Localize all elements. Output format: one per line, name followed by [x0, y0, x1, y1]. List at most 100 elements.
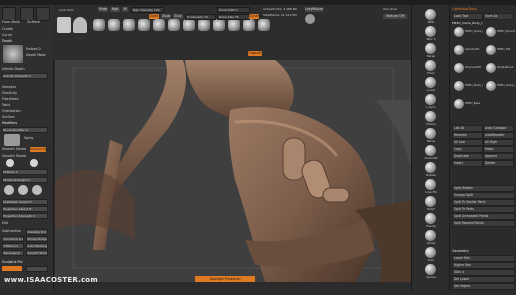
tool-thumb-label[interactable]: Cylinder3D: [465, 48, 483, 52]
dynamic-button[interactable]: Dynamic: [249, 14, 264, 19]
subtool-paste-button[interactable]: Paste: [483, 146, 514, 153]
orientation[interactable]: Orientation: [2, 109, 21, 113]
spray-label[interactable]: Spray: [24, 136, 34, 140]
section-create[interactable]: Create: [2, 27, 13, 31]
shelf-floor-icon[interactable]: [425, 60, 436, 71]
subtool-all-low-button[interactable]: All Low: [452, 139, 483, 146]
projection-strength[interactable]: Projection Strength 0: [2, 213, 48, 219]
tool-thumb-label[interactable]: Polymesh3D: [465, 66, 483, 70]
sculptris-pro-label[interactable]: Sculptris Pro: [2, 260, 23, 264]
tool-thumb-icon[interactable]: [486, 81, 496, 91]
multimesh-select[interactable]: MultiMesh Select Fr: [2, 199, 48, 205]
zadd-button[interactable]: Zadd: [149, 14, 159, 19]
home-icon[interactable]: [2, 7, 16, 21]
subtool-duplicate-button[interactable]: Duplicate: [452, 153, 483, 160]
section-curve[interactable]: Curve: [2, 33, 12, 37]
lightbox-icon[interactable]: [20, 7, 34, 21]
polypaint-icon[interactable]: [305, 14, 315, 24]
draw-size-slider[interactable]: Draw Size 35: [217, 14, 250, 20]
geometry-header[interactable]: Geometry: [452, 249, 512, 253]
brush-claybuildup-icon[interactable]: [123, 19, 135, 31]
split-item[interactable]: Split Unmasked Points: [452, 213, 515, 220]
split-item[interactable]: Split Masked Points: [452, 220, 515, 227]
split-item[interactable]: Split To Similar Parts: [452, 199, 515, 206]
subtool-autoreorder-button[interactable]: AutoReorder: [483, 132, 514, 139]
m-button[interactable]: M: [122, 7, 128, 12]
shelf-transp-icon[interactable]: [425, 213, 436, 224]
geometry-item[interactable]: Lower Res: [452, 255, 515, 262]
subtractive-label[interactable]: Subtractive: [2, 229, 21, 233]
tool-thumb-icon[interactable]: [454, 81, 464, 91]
smooth-stroke-label[interactable]: Smooth Stroke: [2, 147, 26, 151]
tool-thumb-icon[interactable]: [486, 27, 496, 37]
brush-trimdynamic-icon[interactable]: [213, 19, 225, 31]
stroke-strength-slider[interactable]: Stroke Strength 0: [2, 177, 48, 183]
zsub-button[interactable]: Zsub: [161, 14, 171, 19]
tool-thumb-icon[interactable]: [454, 63, 464, 73]
tool-header[interactable]: Lightbox▸Tools: [452, 7, 512, 11]
z-intensity-slider[interactable]: Z Intensity 10: [185, 14, 216, 20]
subtool-all-high-button[interactable]: All High: [483, 139, 514, 146]
shelf-bpr-icon[interactable]: [425, 9, 436, 20]
tool-thumb-label[interactable]: PM3D_Shoulder: [497, 30, 515, 34]
fibermesh[interactable]: FiberMesh: [2, 97, 19, 101]
subtool-copy-button[interactable]: Copy: [452, 146, 483, 153]
shelf-spix-3-icon[interactable]: [425, 26, 436, 37]
load-tool-button[interactable]: Load Tool: [452, 13, 483, 20]
brush-standard-icon[interactable]: [93, 19, 105, 31]
tool-thumb-icon[interactable]: [454, 99, 464, 109]
split-item[interactable]: Split Hidden: [452, 185, 515, 192]
split-item[interactable]: Groups Split: [452, 192, 515, 199]
shelf-local-icon[interactable]: [425, 77, 436, 88]
surface[interactable]: Surface: [2, 115, 15, 119]
embed-label[interactable]: Embed 0: [26, 47, 41, 51]
zcut-button[interactable]: Zcut: [173, 14, 183, 19]
geometry-item[interactable]: Higher Res: [452, 262, 515, 269]
save-as-button[interactable]: Save As: [483, 13, 514, 20]
shelf-ghost-icon[interactable]: [425, 230, 436, 241]
brush-damstandard-icon[interactable]: [138, 19, 150, 31]
tool-thumb-icon[interactable]: [486, 45, 496, 55]
edit-label[interactable]: Edit: [2, 221, 8, 225]
subtool-delete-button[interactable]: Delete: [483, 160, 514, 167]
mrgb-button[interactable]: Mrgb: [98, 7, 108, 12]
topological[interactable]: Topological: [2, 250, 24, 256]
brush-move-icon[interactable]: [108, 19, 120, 31]
subtool-append-button[interactable]: Append: [483, 153, 514, 160]
tool-thumb-icon[interactable]: [454, 45, 464, 55]
brush-dynamesh-icon[interactable]: [153, 19, 165, 31]
rgb-intensity-slider[interactable]: Rgb Intensity 100: [131, 7, 164, 13]
projection-select[interactable]: Projection Select Fr: [2, 206, 48, 212]
capsule-button[interactable]: Capsule: [248, 51, 262, 56]
focal-shift-slider[interactable]: Focal Shift 0: [217, 7, 250, 13]
shelf-xpose-icon[interactable]: [425, 264, 436, 275]
geometry-item[interactable]: SDiv 4: [452, 269, 515, 276]
tool-thumb-label[interactable]: PM3D_Claire_Body_1: [497, 84, 515, 88]
subtool-rename-button[interactable]: Rename: [452, 132, 483, 139]
lock-cam-label[interactable]: Lock Cam: [59, 8, 99, 13]
elasticity[interactable]: Elasticity: [2, 91, 17, 95]
geometry-item[interactable]: Del Higher: [452, 283, 515, 290]
mesh-capsule-icon[interactable]: [73, 17, 87, 33]
subtool-insert-button[interactable]: Insert: [452, 160, 483, 167]
brush-modifier-slider[interactable]: Brush Modifier 0: [2, 127, 48, 133]
brush-orbcracks-icon[interactable]: [258, 19, 270, 31]
tool-thumb-label[interactable]: PM3D_Pants_14: [465, 84, 483, 88]
section-depth[interactable]: Depth: [2, 39, 12, 43]
modifiers[interactable]: Modifiers: [2, 121, 17, 125]
texture-off-button[interactable]: Texture Off: [383, 14, 407, 19]
subtool-list-all-button[interactable]: List All: [452, 125, 483, 132]
tool-thumb-icon[interactable]: [454, 27, 464, 37]
sculptris-slider[interactable]: [26, 266, 48, 272]
brush-clay-icon[interactable]: [228, 19, 240, 31]
brush-snakehook-icon[interactable]: [243, 19, 255, 31]
from-mesh-label[interactable]: From Mesh: [2, 20, 20, 24]
auto-masking[interactable]: Auto Masking: [26, 243, 48, 249]
shelf-persp-icon[interactable]: [425, 43, 436, 54]
smooth-falloff-button[interactable]: Smooth Falloff: [30, 147, 51, 152]
shelf-solo-icon[interactable]: [425, 247, 436, 258]
stroke-sharpness-slider[interactable]: Stroke Sharpness 0.5: [26, 236, 48, 242]
brush-pinch-icon[interactable]: [198, 19, 210, 31]
subtool-auto-collapse-button[interactable]: Auto Collapse: [483, 125, 514, 132]
tool-thumb-label[interactable]: SimpleBrush: [497, 66, 515, 70]
